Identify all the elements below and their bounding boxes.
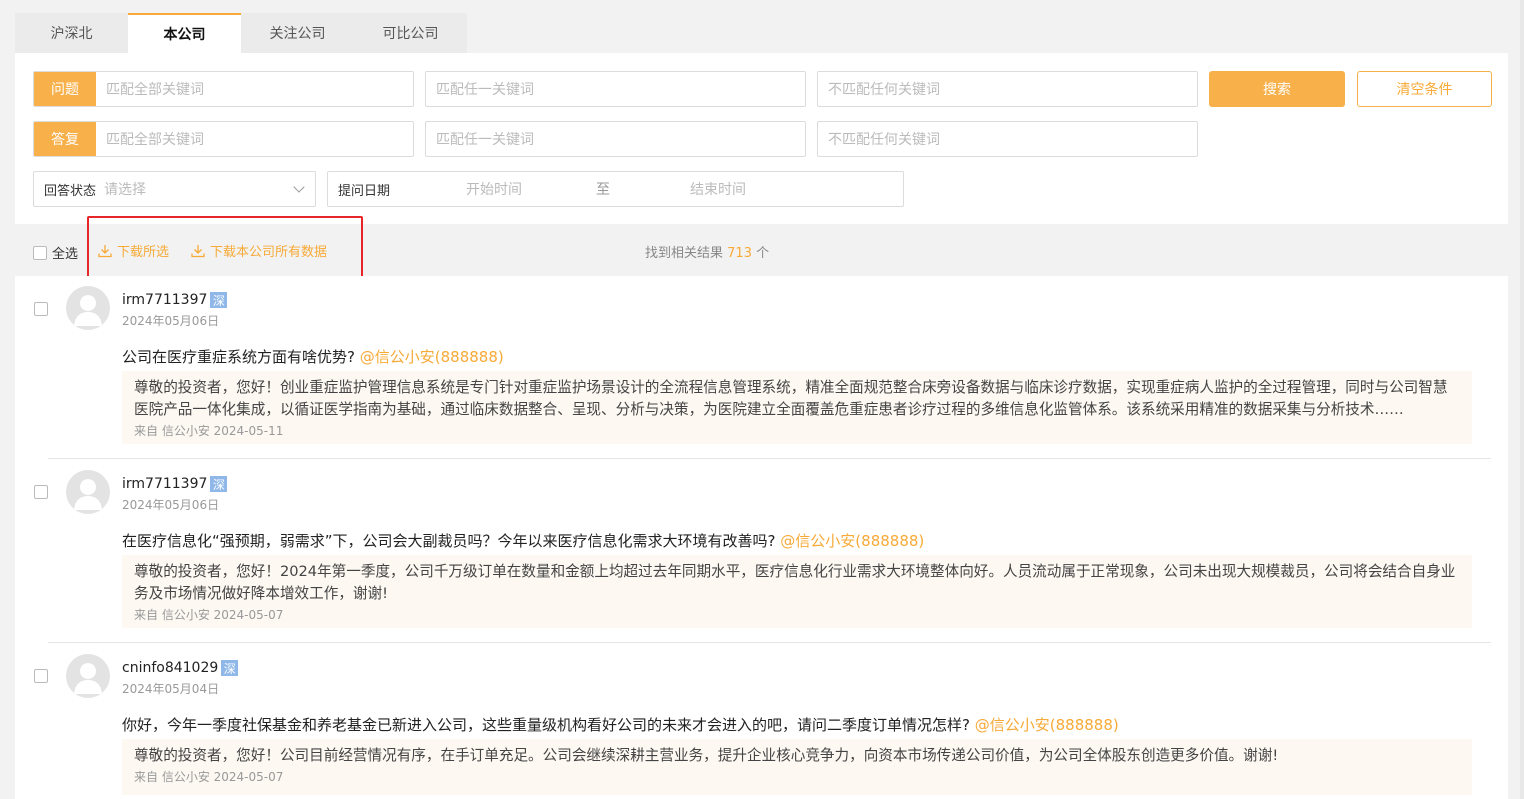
question-match-none-input[interactable]: 不匹配任何关键词: [818, 79, 940, 99]
answer-status-label: 回答状态: [44, 183, 97, 199]
question-prefix-label: 问题: [34, 72, 96, 106]
question-body: 你好，今年一季度社保基金和养老基金已新进入公司，这些重量级机构看好公司的未来才会…: [122, 716, 970, 734]
username-text: irm7711397: [122, 292, 208, 308]
mentioned-company-link[interactable]: @信公小安(888888): [360, 348, 504, 366]
avatar: [66, 470, 110, 514]
question-match-all-input[interactable]: 匹配全部关键词: [96, 79, 204, 99]
question-match-all-field[interactable]: 问题 匹配全部关键词: [33, 71, 414, 107]
item-checkbox[interactable]: [34, 669, 48, 683]
answer-match-all-input[interactable]: 匹配全部关键词: [96, 129, 204, 149]
answer-text: 尊敬的投资者，您好！公司目前经营情况有序，在手订单充足。公司会继续深耕主营业务，…: [134, 747, 1279, 764]
item-divider: [48, 458, 1491, 459]
select-all-control[interactable]: 全选: [33, 243, 78, 262]
exchange-badge: 深: [210, 292, 228, 308]
question-body: 在医疗信息化“强预期，弱需求”下，公司会大副裁员吗？今年以来医疗信息化需求大环境…: [122, 532, 776, 550]
answer-block: 尊敬的投资者，您好！2024年第一季度，公司千万级订单在数量和金额上均超过去年同…: [122, 555, 1472, 628]
item-checkbox[interactable]: [34, 485, 48, 499]
user-avatar-icon: [74, 663, 102, 694]
search-button[interactable]: 搜索: [1209, 71, 1345, 107]
question-match-none-field[interactable]: 不匹配任何关键词: [817, 71, 1198, 107]
result-count: 找到相关结果 713 个: [645, 242, 769, 261]
chevron-down-icon: [293, 181, 305, 193]
exchange-badge: 深: [210, 476, 228, 492]
answer-text: 尊敬的投资者，您好！2024年第一季度，公司千万级订单在数量和金额上均超过去年同…: [134, 563, 1456, 602]
answer-match-all-field[interactable]: 答复 匹配全部关键词: [33, 121, 414, 157]
answer-status-placeholder: 请选择: [104, 182, 147, 198]
username[interactable]: cninfo841029 深: [122, 660, 239, 676]
select-all-label: 全选: [52, 247, 79, 262]
answer-text: 尊敬的投资者，您好！创业重症监护管理信息系统是专门针对重症监护场景设计的全流程信…: [134, 379, 1448, 418]
answer-prefix-label: 答复: [34, 122, 96, 156]
user-avatar-icon: [74, 479, 102, 510]
answer-block: 尊敬的投资者，您好！创业重症监护管理信息系统是专门针对重症监护场景设计的全流程信…: [122, 371, 1472, 444]
question-match-any-input[interactable]: 匹配任一关键词: [426, 79, 534, 99]
username-text: irm7711397: [122, 476, 208, 492]
date-range-separator: 至: [596, 182, 611, 198]
answer-source: 来自 信公小安 2024-05-11: [134, 424, 284, 438]
item-divider: [48, 642, 1491, 643]
question-text: 公司在医疗重症系统方面有啥优势? @信公小安(888888): [122, 346, 504, 367]
mentioned-company-link[interactable]: @信公小安(888888): [780, 532, 924, 550]
item-checkbox[interactable]: [34, 302, 48, 316]
start-date-input[interactable]: 开始时间: [390, 179, 522, 199]
select-all-checkbox[interactable]: [33, 245, 47, 260]
qa-list: irm7711397 深 2024年05月06日 公司在医疗重症系统方面有啥优势…: [15, 276, 1508, 799]
question-date-label: 提问日期: [338, 183, 391, 199]
exchange-badge: 深: [221, 660, 239, 676]
username-text: cninfo841029: [122, 660, 219, 676]
username[interactable]: irm7711397 深: [122, 476, 228, 492]
question-date: 2024年05月06日: [122, 498, 220, 512]
result-suffix: 个: [756, 246, 770, 261]
avatar: [66, 286, 110, 330]
avatar: [66, 654, 110, 698]
question-text: 在医疗信息化“强预期，弱需求”下，公司会大副裁员吗？今年以来医疗信息化需求大环境…: [122, 530, 924, 551]
user-avatar-icon: [74, 295, 102, 326]
question-date: 2024年05月06日: [122, 314, 220, 328]
answer-source: 来自 信公小安 2024-05-07: [134, 608, 284, 622]
answer-match-none-field[interactable]: 不匹配任何关键词: [817, 121, 1198, 157]
answer-match-any-input[interactable]: 匹配任一关键词: [426, 129, 534, 149]
tab-followed-companies[interactable]: 关注公司: [241, 13, 354, 53]
answer-match-any-field[interactable]: 匹配任一关键词: [425, 121, 806, 157]
tab-hushenbei[interactable]: 沪深北: [15, 13, 128, 53]
result-count-number: 713: [727, 246, 752, 261]
question-body: 公司在医疗重症系统方面有啥优势?: [122, 348, 355, 366]
question-text: 你好，今年一季度社保基金和养老基金已新进入公司，这些重量级机构看好公司的未来才会…: [122, 714, 1119, 735]
question-match-any-field[interactable]: 匹配任一关键词: [425, 71, 806, 107]
market-tabs: 沪深北 本公司 关注公司 可比公司: [15, 13, 467, 53]
question-date: 2024年05月04日: [122, 682, 220, 696]
username[interactable]: irm7711397 深: [122, 292, 228, 308]
filter-panel: 问题 匹配全部关键词 匹配任一关键词 不匹配任何关键词 搜索 清空条件 答复 匹…: [15, 53, 1508, 224]
question-date-range[interactable]: 提问日期 开始时间 至 结束时间: [327, 171, 904, 207]
clear-conditions-button[interactable]: 清空条件: [1357, 71, 1492, 107]
answer-status-select[interactable]: 回答状态 请选择: [33, 171, 316, 207]
answer-source: 来自 信公小安 2024-05-07: [134, 770, 284, 784]
answer-match-none-input[interactable]: 不匹配任何关键词: [818, 129, 940, 149]
mentioned-company-link[interactable]: @信公小安(888888): [975, 716, 1119, 734]
tab-this-company[interactable]: 本公司: [128, 13, 241, 53]
answer-block: 尊敬的投资者，您好！公司目前经营情况有序，在手订单充足。公司会继续深耕主营业务，…: [122, 739, 1472, 795]
tab-comparable-companies[interactable]: 可比公司: [354, 13, 467, 53]
end-date-input[interactable]: 结束时间: [610, 179, 746, 199]
page-scrollbar[interactable]: [1520, 0, 1524, 799]
result-prefix: 找到相关结果: [645, 246, 724, 261]
